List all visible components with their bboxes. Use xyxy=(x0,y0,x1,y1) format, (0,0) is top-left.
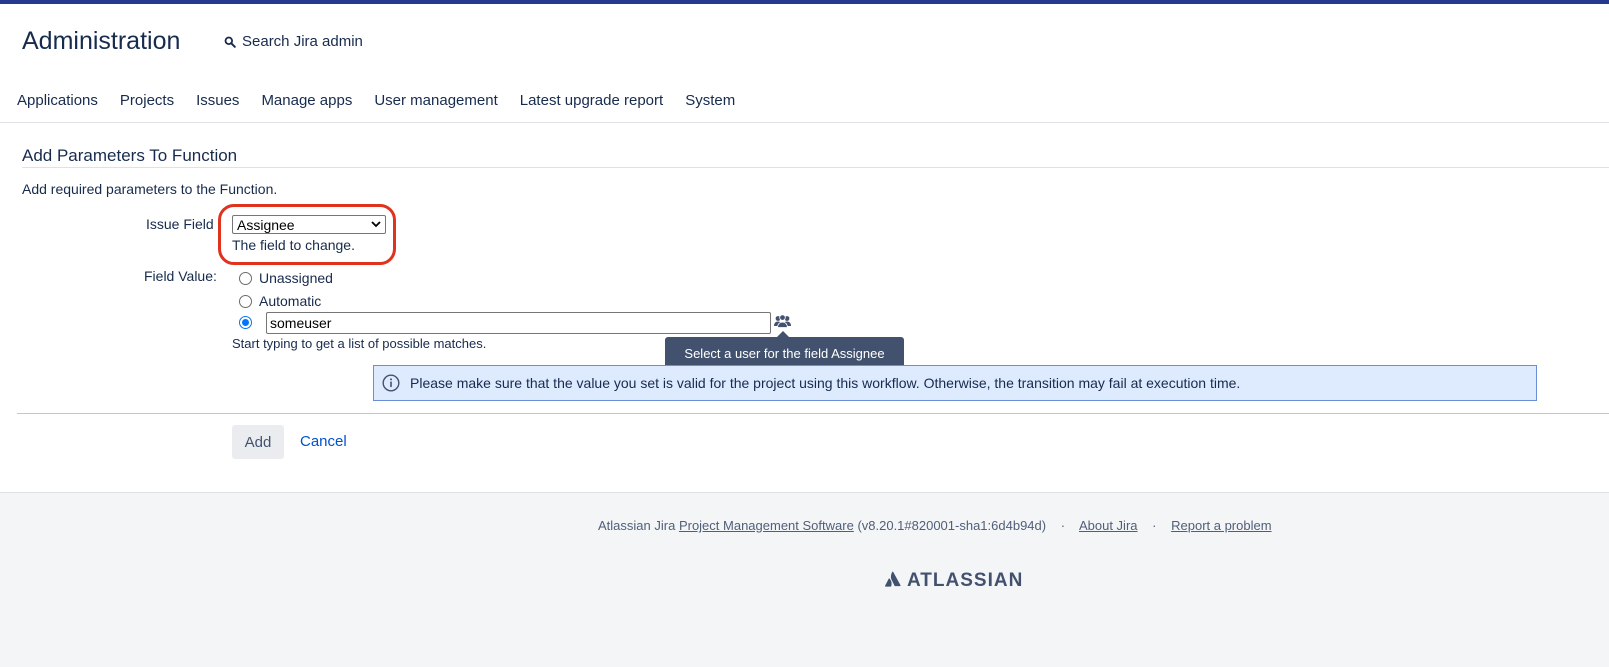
nav-latest-upgrade-report[interactable]: Latest upgrade report xyxy=(520,92,663,109)
highlight-annotation xyxy=(218,204,396,265)
nav-user-management[interactable]: User management xyxy=(374,92,497,109)
nav-issues[interactable]: Issues xyxy=(196,92,239,109)
atlassian-logo-text: ATLASSIAN xyxy=(907,570,1024,591)
issue-field-help: The field to change. xyxy=(232,237,355,253)
footer-version: (v8.20.1#820001-sha1:6d4b94d) xyxy=(857,518,1047,533)
footer-prefix: Atlassian Jira xyxy=(598,518,676,533)
nav-system[interactable]: System xyxy=(685,92,735,109)
info-icon xyxy=(382,374,400,392)
footer-separator: · xyxy=(1060,518,1066,533)
footer-product-link[interactable]: Project Management Software xyxy=(679,518,854,533)
top-accent-bar xyxy=(0,0,1609,4)
radio-automatic[interactable] xyxy=(239,295,252,308)
chevron-down-icon xyxy=(371,221,381,228)
user-picker-input[interactable] xyxy=(266,312,771,334)
atlassian-logo-icon xyxy=(885,571,901,592)
user-picker-help: Start typing to get a list of possible m… xyxy=(232,336,487,351)
admin-nav: Applications Projects Issues Manage apps… xyxy=(17,92,757,109)
issue-field-label: Issue Field xyxy=(146,216,214,232)
issue-field-select[interactable]: Assignee xyxy=(232,215,386,234)
atlassian-logo: ATLASSIAN xyxy=(885,570,1023,592)
form-footer-divider xyxy=(17,413,1609,414)
search-icon xyxy=(224,36,236,48)
search-label[interactable]: Search Jira admin xyxy=(242,33,363,50)
issue-field-selected-value: Assignee xyxy=(237,216,295,233)
info-message: Please make sure that the value you set … xyxy=(373,365,1537,401)
add-button[interactable]: Add xyxy=(232,425,284,459)
nav-projects[interactable]: Projects xyxy=(120,92,174,109)
nav-manage-apps[interactable]: Manage apps xyxy=(261,92,352,109)
admin-search[interactable]: Search Jira admin xyxy=(224,33,363,50)
radio-automatic-label[interactable]: Automatic xyxy=(259,293,321,309)
field-value-label: Field Value: xyxy=(144,268,217,284)
footer-report-link[interactable]: Report a problem xyxy=(1171,518,1271,533)
radio-specific-user[interactable] xyxy=(239,316,252,329)
nav-divider xyxy=(0,122,1609,123)
cancel-link[interactable]: Cancel xyxy=(300,433,347,450)
page-title: Administration xyxy=(22,27,181,55)
footer-info: Atlassian Jira Project Management Softwa… xyxy=(598,518,1272,533)
info-message-text: Please make sure that the value you set … xyxy=(410,375,1241,391)
radio-unassigned-label[interactable]: Unassigned xyxy=(259,270,333,286)
form-title-divider xyxy=(22,167,1609,168)
footer-separator: · xyxy=(1152,518,1157,533)
form-title: Add Parameters To Function xyxy=(22,146,238,165)
radio-unassigned[interactable] xyxy=(239,272,252,285)
footer-about-link[interactable]: About Jira xyxy=(1079,518,1138,533)
page-footer: Atlassian Jira Project Management Softwa… xyxy=(0,492,1609,667)
form-description: Add required parameters to the Function. xyxy=(22,181,278,197)
nav-applications[interactable]: Applications xyxy=(17,92,98,109)
